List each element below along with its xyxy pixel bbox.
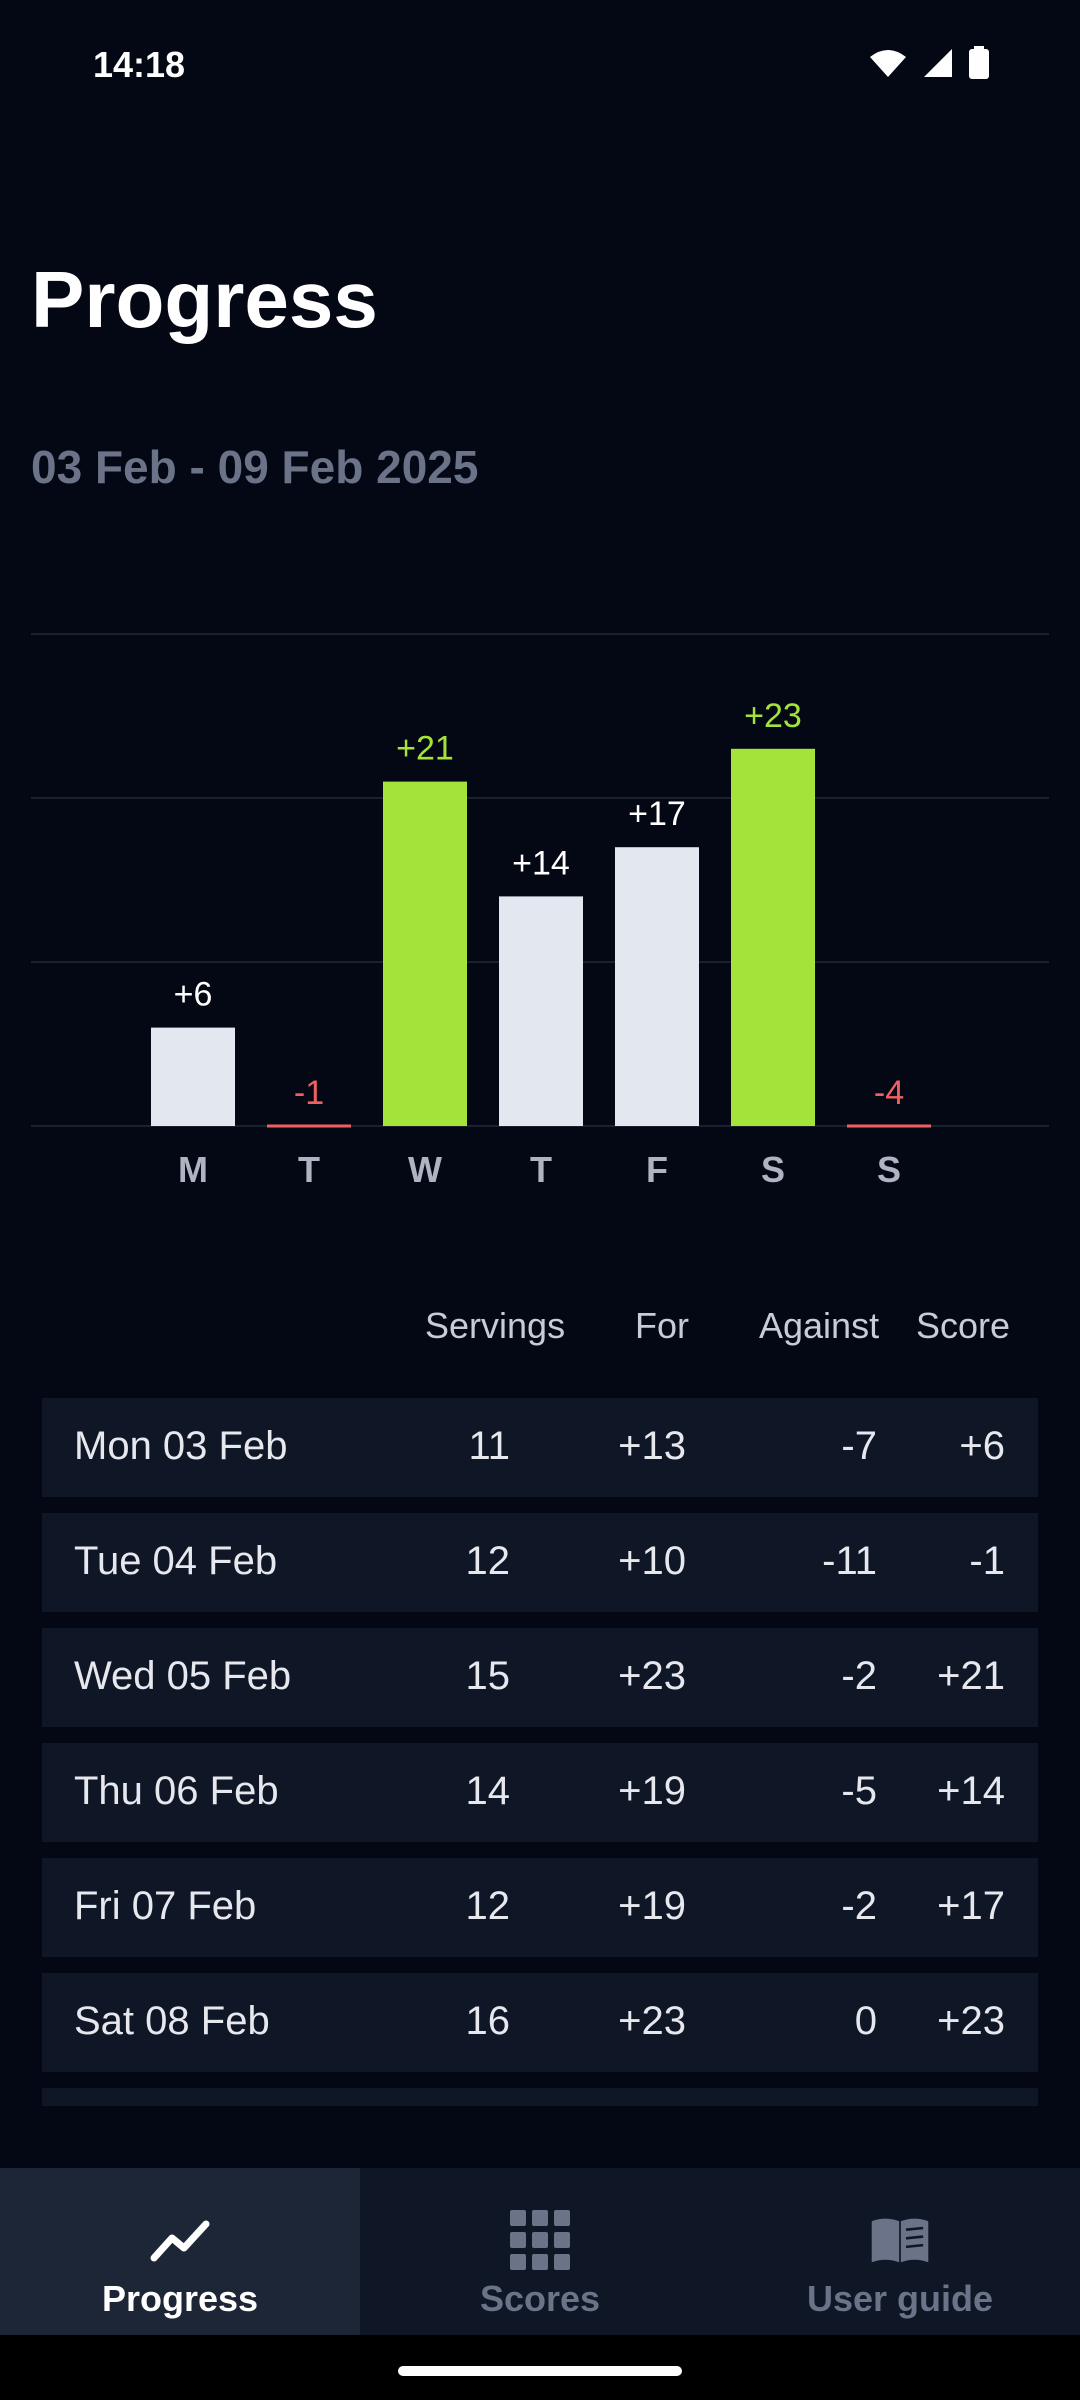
trend-line-icon xyxy=(150,2220,210,2262)
gesture-handle[interactable] xyxy=(398,2366,682,2376)
wifi-icon xyxy=(870,50,906,77)
row-servings: 12 xyxy=(465,1884,511,1928)
row-against: -7 xyxy=(841,1424,877,1468)
table-row[interactable]: Sat 08 Feb 16 +23 0 +23 xyxy=(42,1973,1038,2072)
table-header: Servings For Against Score xyxy=(0,1305,1080,1365)
status-icons xyxy=(868,46,990,80)
row-score: +14 xyxy=(937,1769,1005,1813)
column-header-against: Against xyxy=(759,1305,880,1346)
chart-tick-label: S xyxy=(877,1149,901,1190)
chart-bar[interactable] xyxy=(499,896,583,1126)
chart-data-label: -4 xyxy=(874,1074,904,1112)
row-for: +13 xyxy=(618,1424,686,1468)
nav-label-progress: Progress xyxy=(101,2278,259,2319)
table-row[interactable]: Wed 05 Feb 15 +23 -2 +21 xyxy=(42,1628,1038,1727)
grid-icon xyxy=(510,2210,570,2270)
row-date: Sat 08 Feb xyxy=(74,1999,270,2043)
row-for: +23 xyxy=(618,1654,686,1698)
cellular-signal-icon xyxy=(924,49,952,77)
chart-data-label: +17 xyxy=(628,795,686,833)
nav-label-user-guide: User guide xyxy=(806,2278,994,2319)
date-range[interactable]: 03 Feb - 09 Feb 2025 xyxy=(31,440,478,494)
chart-data-label: +14 xyxy=(512,844,570,882)
nav-item-scores[interactable]: Scores xyxy=(360,2168,720,2335)
nav-label-scores: Scores xyxy=(479,2278,601,2319)
row-date: Fri 07 Feb xyxy=(74,1884,257,1928)
daily-score-table: Mon 03 Feb 11 +13 -7 +6 Tue 04 Feb 12 +10 -11 -1 W… xyxy=(42,1398,1038,2106)
row-servings: 16 xyxy=(465,1999,511,2043)
chart-tick-label: W xyxy=(408,1149,442,1190)
chart-data-label: +21 xyxy=(396,730,454,768)
chart-bar[interactable] xyxy=(383,781,467,1126)
row-for: +23 xyxy=(618,1999,686,2043)
row-against: 0 xyxy=(854,1999,877,2043)
weekly-score-chart: +6 M -1 T +21 W +14 T +17 F +23 S -4 S xyxy=(31,633,1049,1190)
status-bar: 14:18 xyxy=(0,0,1080,130)
row-score: -1 xyxy=(969,1539,1005,1583)
chart-data-label: +23 xyxy=(744,697,802,735)
row-servings: 15 xyxy=(465,1654,511,1698)
row-date: Tue 04 Feb xyxy=(74,1539,278,1583)
row-date: Mon 03 Feb xyxy=(74,1424,288,1468)
row-date: Wed 05 Feb xyxy=(74,1654,292,1698)
table-row[interactable]: Thu 06 Feb 14 +19 -5 +14 xyxy=(42,1743,1038,1842)
row-score: +6 xyxy=(959,1424,1005,1468)
row-against: -5 xyxy=(841,1769,877,1813)
row-against: -2 xyxy=(841,1654,877,1698)
row-against: -11 xyxy=(822,1539,877,1583)
chart-data-label: +6 xyxy=(174,976,213,1014)
chart-tick-label: M xyxy=(178,1149,208,1190)
column-header-for: For xyxy=(635,1305,689,1346)
chart-bar[interactable] xyxy=(615,847,699,1126)
status-time: 14:18 xyxy=(93,44,186,85)
nav-item-user-guide[interactable]: User guide xyxy=(720,2168,1080,2335)
row-against: -2 xyxy=(841,1884,877,1928)
chart-data-label: -1 xyxy=(294,1074,324,1112)
book-icon xyxy=(871,2218,929,2263)
chart-tick-label: T xyxy=(530,1149,552,1190)
page-title: Progress xyxy=(31,255,378,344)
row-servings: 11 xyxy=(468,1424,510,1468)
table-row[interactable]: Tue 04 Feb 12 +10 -11 -1 xyxy=(42,1513,1038,1612)
chart-bar[interactable] xyxy=(731,748,815,1126)
row-date: Thu 06 Feb xyxy=(74,1769,279,1813)
row-score: +23 xyxy=(937,1999,1005,2043)
table-row[interactable]: Mon 03 Feb 11 +13 -7 +6 xyxy=(42,1398,1038,1497)
table-row[interactable] xyxy=(42,2088,1038,2106)
row-score: +17 xyxy=(937,1884,1005,1928)
row-for: +10 xyxy=(618,1539,686,1583)
chart-tick-label: S xyxy=(761,1149,785,1190)
chart-tick-label: F xyxy=(646,1149,668,1190)
chart-bar[interactable] xyxy=(151,1027,235,1126)
nav-item-progress[interactable]: Progress xyxy=(0,2168,360,2335)
battery-icon xyxy=(969,46,989,79)
row-servings: 12 xyxy=(465,1539,511,1583)
bottom-navigation: Progress Scores User guide xyxy=(0,2168,1080,2335)
column-header-score: Score xyxy=(916,1305,1011,1346)
chart-tick-label: T xyxy=(298,1149,320,1190)
row-score: +21 xyxy=(937,1654,1005,1698)
column-header-servings: Servings xyxy=(425,1305,566,1346)
row-for: +19 xyxy=(618,1769,686,1813)
row-servings: 14 xyxy=(465,1769,511,1813)
table-row[interactable]: Fri 07 Feb 12 +19 -2 +17 xyxy=(42,1858,1038,1957)
row-for: +19 xyxy=(618,1884,686,1928)
